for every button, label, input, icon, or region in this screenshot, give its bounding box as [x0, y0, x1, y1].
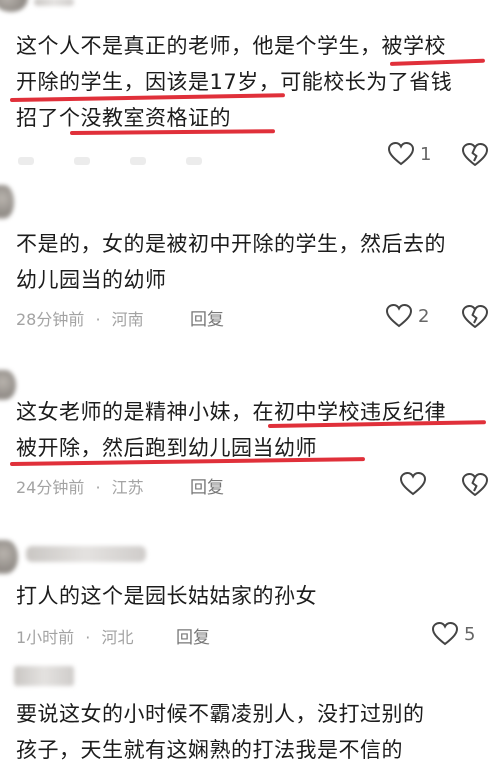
heart-outline-icon	[432, 622, 458, 646]
comment-text: 要说这女的小时候不霸凌别人，没打过别的 孩子，天生就有这娴熟的打法我是不信的	[16, 696, 478, 768]
comment-meta: 1小时前 · 河北	[16, 624, 139, 648]
comment-time: 24分钟前	[16, 478, 85, 497]
broken-heart-icon[interactable]	[462, 305, 488, 329]
comment-line: 孩子，天生就有这娴熟的打法我是不信的	[16, 738, 403, 762]
broken-heart-icon[interactable]	[462, 473, 488, 497]
comment-text: 这女老师的是精神小妹，在初中学校违反纪律 被开除，然后跑到幼儿园当幼师	[16, 394, 478, 466]
like-count: 2	[418, 305, 430, 327]
comment-location: 江苏	[111, 478, 144, 497]
username[interactable]	[14, 666, 74, 686]
avatar[interactable]	[0, 185, 14, 219]
faint-meta-row	[18, 150, 242, 165]
meta-separator: ·	[95, 310, 101, 329]
comment-line: 要说这女的小时候不霸凌别人，没打过别的	[16, 702, 425, 726]
username[interactable]	[26, 546, 146, 562]
heart-outline-icon	[386, 304, 412, 328]
meta-separator: ·	[95, 478, 101, 497]
comment-meta: 24分钟前 · 江苏	[16, 474, 150, 498]
comment-3: 这女老师的是精神小妹，在初中学校违反纪律 被开除，然后跑到幼儿园当幼师 24分钟…	[0, 350, 489, 510]
comment-1: 这个人不是真正的老师，他是个学生，被学校 开除的学生，因该是17岁，可能校长为了…	[0, 0, 489, 167]
comment-location: 河北	[101, 628, 134, 647]
comments-screen: { "comments": [ { "lines": ["这个人不是真正的老师，…	[0, 0, 489, 777]
comment-meta: 28分钟前 · 河南	[16, 306, 150, 330]
like-count: 1	[420, 143, 432, 165]
avatar[interactable]	[0, 0, 28, 12]
comment-line: 打人的这个是园长姑姑家的孙女	[16, 584, 317, 608]
comment-line: 不是的，女的是被初中开除的学生，然后去的	[16, 232, 446, 256]
like-count: 5	[464, 623, 476, 645]
reply-button[interactable]: 回复	[176, 623, 210, 648]
comment-line: 这个人不是真正的老师，他是个学生，被学校	[16, 34, 446, 58]
like-button[interactable]	[400, 472, 432, 496]
comment-time: 28分钟前	[16, 310, 85, 329]
like-button[interactable]: 2	[386, 304, 429, 328]
avatar[interactable]	[0, 370, 16, 400]
reply-button[interactable]: 回复	[190, 305, 224, 330]
comment-4: 打人的这个是园长姑姑家的孙女 1小时前 · 河北 回复 5	[0, 520, 489, 660]
comment-text: 这个人不是真正的老师，他是个学生，被学校 开除的学生，因该是17岁，可能校长为了…	[16, 28, 478, 136]
heart-outline-icon	[388, 142, 414, 166]
comment-text: 打人的这个是园长姑姑家的孙女	[16, 578, 478, 614]
reply-button[interactable]: 回复	[190, 473, 224, 498]
comment-5: 要说这女的小时候不霸凌别人，没打过别的 孩子，天生就有这娴熟的打法我是不信的	[0, 660, 489, 777]
avatar[interactable]	[0, 540, 18, 574]
meta-separator: ·	[85, 628, 91, 647]
broken-heart-icon[interactable]	[462, 143, 488, 167]
comment-line: 幼儿园当的幼师	[16, 268, 167, 292]
comment-2: 不是的，女的是被初中开除的学生，然后去的 幼儿园当的幼师 28分钟前 · 河南 …	[0, 180, 489, 350]
heart-outline-icon	[400, 472, 426, 496]
username[interactable]	[34, 0, 74, 6]
comment-text: 不是的，女的是被初中开除的学生，然后去的 幼儿园当的幼师	[16, 226, 478, 298]
like-button[interactable]: 1	[388, 142, 431, 166]
comment-location: 河南	[111, 310, 144, 329]
comment-time: 1小时前	[16, 628, 75, 647]
like-button[interactable]: 5	[432, 622, 475, 646]
